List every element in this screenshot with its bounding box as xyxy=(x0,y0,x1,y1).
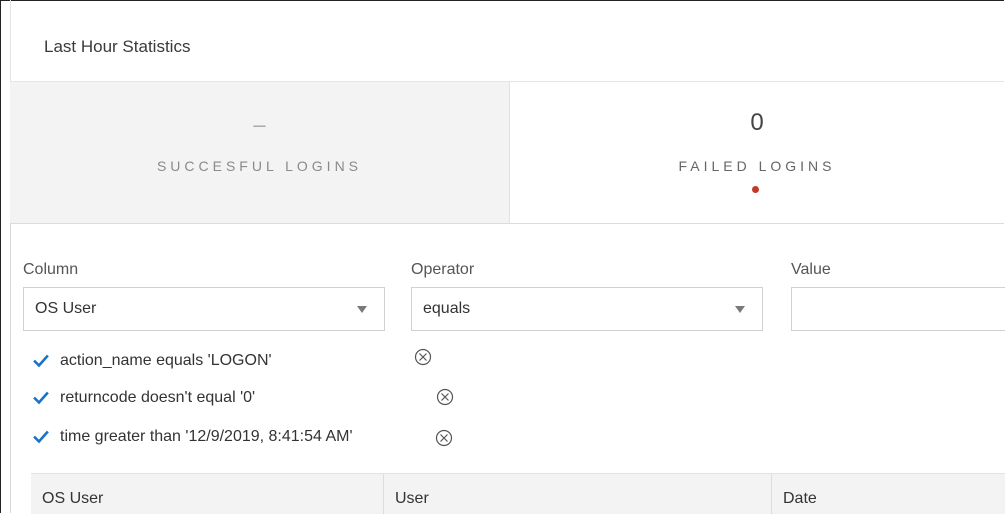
successful-logins-tile[interactable]: – SUCCESFUL LOGINS xyxy=(10,82,510,223)
value-input[interactable] xyxy=(791,287,1005,331)
operator-select-value: equals xyxy=(423,300,471,317)
results-table-header: OS User User Date xyxy=(31,473,1005,514)
checkbox-checked-icon[interactable] xyxy=(33,353,49,369)
failed-logins-value: 0 xyxy=(750,109,764,136)
column-header-user[interactable]: User xyxy=(383,474,771,514)
failed-logins-tile[interactable]: 0 FAILED LOGINS xyxy=(510,82,1004,223)
successful-logins-value: – xyxy=(253,112,266,137)
chevron-down-icon xyxy=(735,306,745,313)
operator-label: Operator xyxy=(411,261,475,278)
chevron-down-icon xyxy=(357,306,367,313)
successful-logins-label: SUCCESFUL LOGINS xyxy=(156,158,363,174)
column-select[interactable]: OS User xyxy=(23,287,385,331)
condition-text: time greater than '12/9/2019, 8:41:54 AM… xyxy=(60,428,353,445)
condition-text: returncode doesn't equal '0' xyxy=(60,389,256,406)
column-label: Column xyxy=(23,261,79,278)
checkbox-checked-icon[interactable] xyxy=(33,429,49,445)
operator-select[interactable]: equals xyxy=(411,287,763,331)
filter-panel: Column OS User Operator equals Value act… xyxy=(10,223,1005,514)
column-header-date[interactable]: Date xyxy=(771,474,1005,514)
checkbox-checked-icon[interactable] xyxy=(33,390,49,406)
panel-header: Last Hour Statistics xyxy=(10,0,1005,81)
statistics-tiles: – SUCCESFUL LOGINS 0 FAILED LOGINS xyxy=(10,81,1004,224)
circle-x-icon[interactable] xyxy=(435,429,453,447)
circle-x-icon[interactable] xyxy=(414,348,432,366)
failed-logins-label: FAILED LOGINS xyxy=(678,158,836,174)
panel-title: Last Hour Statistics xyxy=(44,37,191,56)
selected-indicator-dot xyxy=(752,186,759,193)
column-select-value: OS User xyxy=(35,300,97,317)
value-label: Value xyxy=(791,261,831,278)
circle-x-icon[interactable] xyxy=(436,388,454,406)
column-header-os-user[interactable]: OS User xyxy=(31,474,383,514)
condition-text: action_name equals 'LOGON' xyxy=(60,352,272,369)
